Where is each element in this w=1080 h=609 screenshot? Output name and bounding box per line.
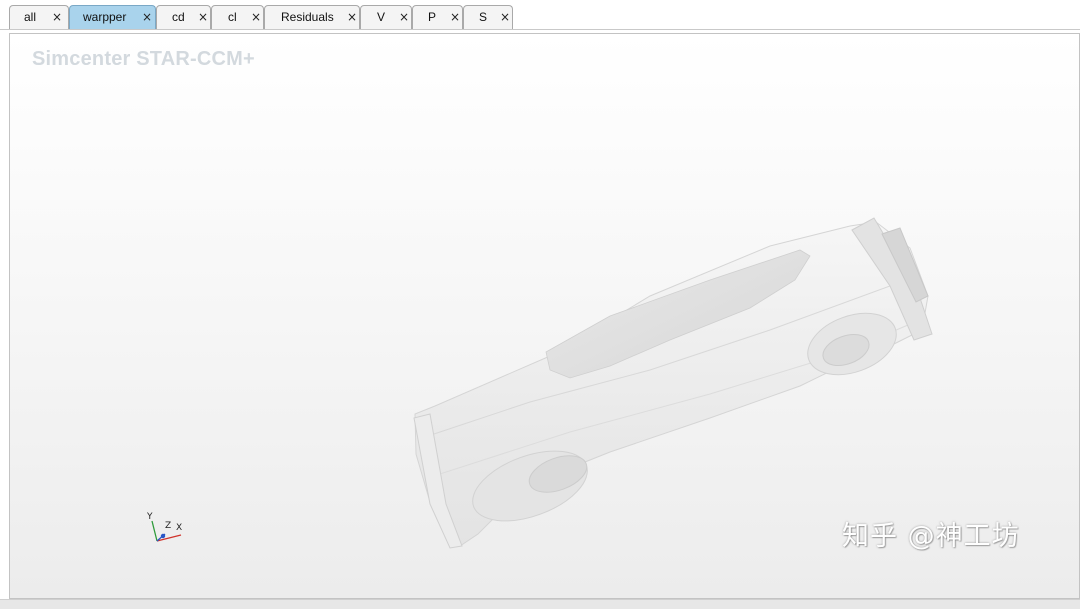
close-icon[interactable]: ×: [500, 10, 510, 24]
tab-label: cd: [172, 10, 185, 24]
tab-s[interactable]: S ×: [463, 5, 513, 29]
tab-label: S: [479, 10, 488, 24]
close-icon[interactable]: ×: [142, 10, 152, 24]
tab-residuals[interactable]: Residuals ×: [264, 5, 360, 29]
y-axis-label: Y: [146, 512, 153, 522]
close-icon[interactable]: ×: [52, 10, 62, 24]
close-icon[interactable]: ×: [347, 10, 357, 24]
z-axis-label: Z: [165, 521, 171, 531]
close-icon[interactable]: ×: [251, 10, 261, 24]
axis-triad: Y Z X: [146, 512, 182, 542]
close-icon[interactable]: ×: [198, 10, 208, 24]
z-axis-marker: [160, 533, 166, 539]
y-axis-line: [151, 520, 158, 542]
tab-label: V: [377, 10, 386, 24]
tab-warpper[interactable]: warpper ×: [69, 5, 156, 29]
x-axis-label: X: [176, 523, 182, 533]
tab-cd[interactable]: cd ×: [156, 5, 211, 29]
tab-label: Residuals: [281, 10, 334, 24]
tab-label: all: [24, 10, 37, 24]
tab-label: warpper: [83, 10, 127, 24]
close-icon[interactable]: ×: [450, 10, 460, 24]
tab-label: cl: [228, 10, 237, 24]
watermark: 知乎 @神工坊: [842, 521, 1020, 552]
close-icon[interactable]: ×: [399, 10, 409, 24]
tab-all[interactable]: all ×: [9, 5, 69, 29]
tab-cl[interactable]: cl ×: [211, 5, 264, 29]
tab-label: P: [428, 10, 437, 24]
tab-bar: all × warpper × cd × cl × Residuals × V …: [0, 0, 1080, 30]
bottom-status-strip: [0, 599, 1080, 609]
tab-v[interactable]: V ×: [360, 5, 412, 29]
tab-p[interactable]: P ×: [412, 5, 463, 29]
